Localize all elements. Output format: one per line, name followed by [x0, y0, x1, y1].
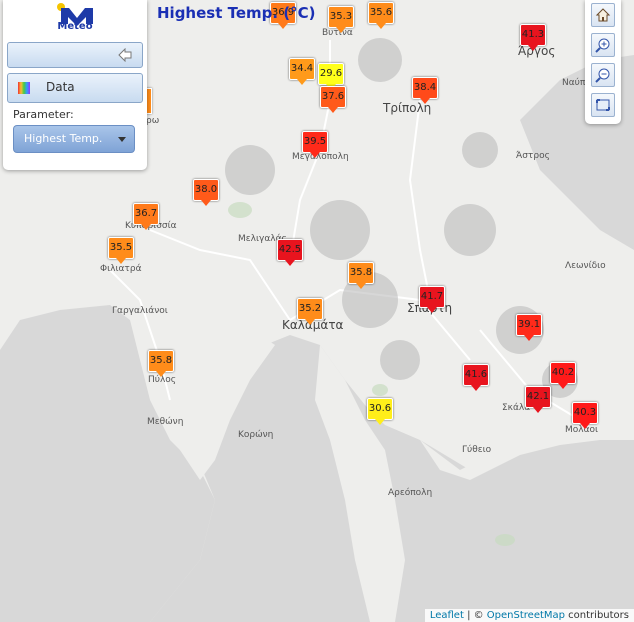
place-label: ρω	[146, 116, 160, 126]
map-attribution: Leaflet | © OpenStreetMap contributors	[424, 609, 634, 622]
place-label: Μεθώνη	[147, 417, 184, 427]
fullscreen-icon	[596, 99, 610, 111]
temperature-marker[interactable]: 35.8	[348, 262, 374, 289]
temperature-marker[interactable]: 41.6	[463, 364, 489, 391]
place-label: Μεγαλόπολη	[292, 152, 349, 162]
map-container[interactable]: Βυτινα Άργος Ναύπλιο Τρίπολη Μεγαλόπολη …	[0, 0, 634, 622]
place-label: Φιλιατρά	[100, 264, 142, 274]
control-panel: Meteo Data Parameter: Highest Temp.	[3, 0, 147, 170]
chevron-down-icon	[118, 137, 126, 142]
temperature-marker[interactable]: 39.1	[516, 314, 542, 341]
temperature-marker[interactable]: 29.6	[318, 63, 344, 90]
temperature-marker[interactable]: 35.8	[148, 350, 174, 377]
temperature-marker[interactable]: 38.0	[193, 179, 219, 206]
place-label: Αρεόπολη	[388, 488, 433, 498]
temperature-marker[interactable]: 41.3	[520, 24, 546, 51]
osm-link[interactable]: OpenStreetMap	[487, 610, 565, 621]
back-arrow-icon	[118, 48, 132, 62]
temperature-marker[interactable]: 34.4	[289, 58, 315, 85]
temperature-marker[interactable]: 42.1	[525, 386, 551, 413]
temperature-marker[interactable]: 42.5	[277, 239, 303, 266]
temperature-marker[interactable]: 40.2	[550, 362, 576, 389]
parameter-select[interactable]: Highest Temp.	[13, 125, 135, 153]
temperature-marker[interactable]: 35.2	[297, 298, 323, 325]
temperature-marker[interactable]: 37.6	[320, 86, 346, 113]
collapse-panel-button[interactable]	[7, 42, 143, 68]
zoom-out-button[interactable]	[591, 63, 615, 87]
home-icon	[595, 8, 611, 22]
leaflet-link[interactable]: Leaflet	[430, 610, 464, 621]
temperature-marker[interactable]: 35.3	[328, 6, 354, 33]
map-toolbar	[585, 0, 621, 124]
zoom-out-icon	[595, 68, 610, 83]
place-label: Λεωνίδιο	[565, 261, 606, 271]
attribution-text: contributors	[565, 610, 629, 621]
place-label: Άστρος	[516, 151, 550, 161]
data-label: Data	[46, 80, 75, 94]
attribution-separator: | ©	[463, 610, 487, 621]
fullscreen-button[interactable]	[591, 93, 615, 117]
zoom-in-button[interactable]	[591, 33, 615, 57]
temperature-marker[interactable]: 35.5	[108, 237, 134, 264]
place-label: Κορώνη	[238, 430, 274, 440]
data-rainbow-icon	[18, 82, 30, 94]
temperature-marker[interactable]: 40.3	[572, 402, 598, 429]
logo-text: Meteo	[57, 21, 93, 32]
data-menu-button[interactable]: Data	[7, 73, 143, 103]
temperature-marker[interactable]: 35.6	[368, 2, 394, 29]
zoom-in-icon	[595, 38, 610, 53]
parameter-value: Highest Temp.	[24, 132, 103, 145]
parameter-label: Parameter:	[13, 108, 74, 121]
temperature-marker[interactable]: 36.7	[133, 203, 159, 230]
temperature-marker[interactable]: 38.4	[412, 77, 438, 104]
temperature-marker[interactable]: 30.6	[367, 398, 393, 425]
temperature-marker[interactable]: 41.7	[419, 286, 445, 313]
temperature-marker[interactable]: 39.5	[302, 131, 328, 158]
map-title: Highest Temp. (°C)	[157, 4, 316, 22]
home-button[interactable]	[591, 3, 615, 27]
place-label: Γύθειο	[462, 445, 492, 455]
place-label: Γαργαλιάνοι	[112, 306, 168, 316]
